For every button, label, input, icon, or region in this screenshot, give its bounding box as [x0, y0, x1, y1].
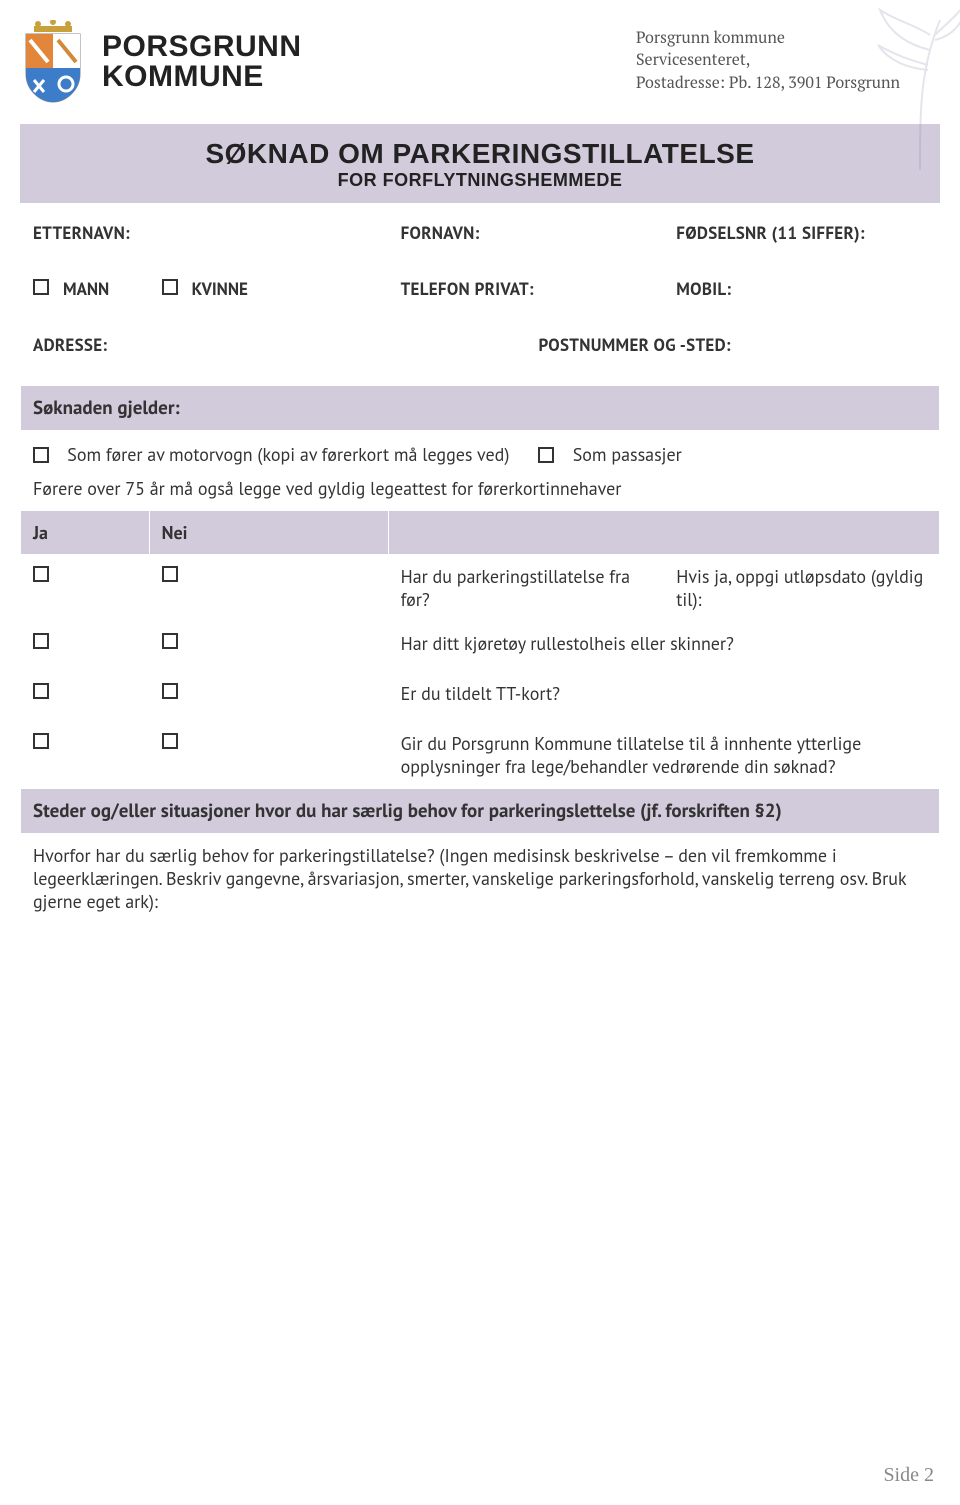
checkbox-q4-nei[interactable]	[162, 733, 178, 749]
checkbox-q4-ja[interactable]	[33, 733, 49, 749]
option-passasjer: Som passasjer	[573, 443, 682, 466]
logo-text-line1: PORSGRUNN	[102, 32, 302, 62]
note-75: Førere over 75 år må også legge ved gyld…	[33, 477, 621, 500]
label-kvinne: KVINNE	[192, 278, 248, 300]
checkbox-forer[interactable]	[33, 447, 49, 463]
label-telefon-privat: TELEFON PRIVAT:	[401, 278, 534, 300]
checkbox-q1-nei[interactable]	[162, 566, 178, 582]
sender-line3: Postadresse: Pb. 128, 3901 Porsgrunn	[636, 71, 900, 93]
logo-text-line2: KOMMUNE	[102, 62, 302, 92]
label-fodselsnr: FØDSELSNR (11 SIFFER):	[676, 222, 864, 244]
coat-of-arms-icon	[20, 20, 86, 104]
prompt-steder: Hvorfor har du særlig behov for parkerin…	[33, 844, 906, 913]
sender-line2: Servicesenteret,	[636, 48, 900, 70]
checkbox-kvinne[interactable]	[162, 279, 178, 295]
form-table: ETTERNAVN: FORNAVN: FØDSELSNR (11 SIFFER…	[20, 203, 940, 1354]
checkbox-q3-ja[interactable]	[33, 683, 49, 699]
label-mann: MANN	[63, 278, 109, 300]
checkbox-q2-ja[interactable]	[33, 633, 49, 649]
label-etternavn: ETTERNAVN:	[33, 222, 130, 244]
page: PORSGRUNN KOMMUNE Porsgrunn kommune Serv…	[0, 0, 960, 1505]
label-mobil: MOBIL:	[676, 278, 731, 300]
heading-steder: Steder og/eller situasjoner hvor du har …	[33, 799, 782, 823]
checkbox-q3-nei[interactable]	[162, 683, 178, 699]
col-nei: Nei	[162, 521, 188, 544]
label-fornavn: FORNAVN:	[401, 222, 480, 244]
heading-soknaden-gjelder: Søknaden gjelder:	[33, 396, 180, 420]
checkbox-mann[interactable]	[33, 279, 49, 295]
checkbox-q1-ja[interactable]	[33, 566, 49, 582]
question-1-followup: Hvis ja, oppgi utløpsdato (gyldig til):	[676, 565, 923, 611]
option-forer: Som fører av motorvogn (kopi av førerkor…	[67, 443, 509, 466]
checkbox-passasjer[interactable]	[538, 447, 554, 463]
label-adresse: ADRESSE:	[33, 334, 107, 356]
sender-line1: Porsgrunn kommune	[636, 26, 900, 48]
checkbox-q2-nei[interactable]	[162, 633, 178, 649]
question-1: Har du parkeringstillatelse fra før?	[401, 565, 631, 611]
logo: PORSGRUNN KOMMUNE	[20, 20, 302, 104]
page-number: Side 2	[883, 1464, 934, 1487]
question-3: Er du tildelt TT-kort?	[401, 682, 560, 705]
form-title: SØKNAD OM PARKERINGSTILLATELSE	[30, 138, 930, 170]
sender-address: Porsgrunn kommune Servicesenteret, Posta…	[636, 26, 900, 93]
title-bar: SØKNAD OM PARKERINGSTILLATELSE FOR FORFL…	[20, 124, 940, 203]
col-ja: Ja	[33, 521, 48, 544]
form-subtitle: FOR FORFLYTNINGSHEMMEDE	[30, 170, 930, 191]
question-2: Har ditt kjøretøy rullestolheis eller sk…	[401, 632, 734, 655]
label-postnummer: POSTNUMMER OG -STED:	[538, 334, 730, 356]
question-4: Gir du Porsgrunn Kommune tillatelse til …	[401, 732, 862, 778]
